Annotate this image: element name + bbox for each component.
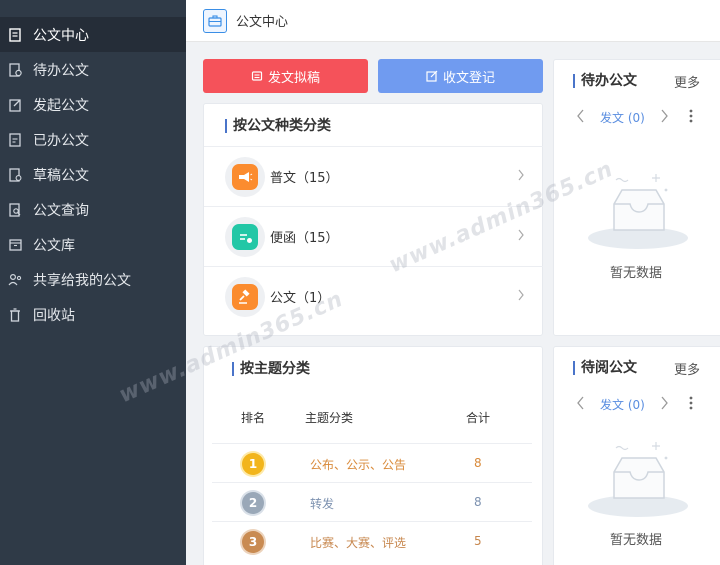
chevron-right-icon — [517, 169, 525, 185]
rank-badge: 1 — [242, 453, 264, 475]
category-card-title: 按公文种类分类 — [225, 119, 331, 133]
search-doc-icon — [8, 202, 22, 218]
category-card: 按公文种类分类 普文（15） 便函（15） 公文（1） — [203, 103, 543, 336]
edit-doc-icon — [8, 97, 22, 113]
pending-prev-button[interactable] — [576, 109, 585, 123]
topic-count: 8 — [474, 495, 482, 509]
document-icon — [8, 27, 22, 43]
pending-next-button[interactable] — [660, 109, 669, 123]
column-header-topic: 主题分类 — [305, 411, 354, 425]
toread-more-link[interactable]: 更多 — [674, 359, 700, 378]
sidebar-item-label: 共享给我的公文 — [33, 272, 131, 289]
category-item-label: 公文（1） — [270, 291, 331, 306]
empty-inbox-icon — [586, 436, 690, 524]
category-item-label: 普文（15） — [270, 171, 339, 186]
sidebar-item-label: 已办公文 — [33, 132, 89, 149]
register-document-button[interactable]: 收文登记 — [378, 59, 543, 93]
toread-more-options-button[interactable] — [689, 396, 693, 410]
topic-count: 5 — [474, 534, 482, 548]
sidebar-item-initiate[interactable]: 发起公文 — [0, 87, 186, 122]
topic-name: 转发 — [310, 497, 335, 511]
table-row[interactable]: 1 公布、公示、公告 8 — [212, 443, 532, 482]
pending-filter-tab[interactable]: 发文 (0) — [600, 109, 645, 126]
sidebar-item-document-center[interactable]: 公文中心 — [0, 17, 186, 52]
table-row[interactable]: 3 比赛、大赛、评选 5 — [212, 521, 532, 560]
register-document-label: 收文登记 — [442, 70, 495, 86]
sidebar-item-label: 草稿公文 — [33, 167, 89, 184]
pending-empty-text: 暂无数据 — [610, 266, 663, 281]
done-doc-icon — [8, 132, 22, 148]
pending-more-options-button[interactable] — [689, 109, 693, 123]
chevron-right-icon — [517, 229, 525, 245]
chevron-left-icon — [577, 396, 584, 410]
category-icon-wrap — [225, 216, 265, 257]
draft-doc-icon — [8, 167, 22, 183]
archive-icon — [8, 237, 22, 253]
chevron-right-icon — [661, 109, 668, 123]
column-header-rank: 排名 — [241, 411, 266, 425]
page-title: 公文中心 — [236, 15, 289, 30]
sidebar-item-library[interactable]: 公文库 — [0, 227, 186, 262]
letter-icon — [232, 223, 258, 250]
toread-empty-text: 暂无数据 — [610, 533, 663, 548]
column-header-total: 合计 — [466, 411, 491, 425]
sidebar: 公文中心 待办公文 发起公文 已办公文 草稿公文 公文查询 公文库 共享给我的公… — [0, 0, 186, 565]
briefcase-icon — [203, 8, 227, 33]
sidebar-item-done[interactable]: 已办公文 — [0, 122, 186, 157]
sidebar-item-label: 待办公文 — [33, 62, 89, 79]
sidebar-item-query[interactable]: 公文查询 — [0, 192, 186, 227]
chevron-left-icon — [577, 109, 584, 123]
category-item-label: 便函（15） — [270, 231, 339, 246]
kebab-menu-icon — [689, 396, 693, 410]
edit-icon — [426, 70, 438, 82]
topic-card-title: 按主题分类 — [232, 362, 310, 376]
category-item-official[interactable]: 公文（1） — [204, 266, 543, 326]
sidebar-item-recycle-bin[interactable]: 回收站 — [0, 297, 186, 332]
chevron-right-icon — [517, 289, 525, 305]
megaphone-icon — [232, 163, 258, 190]
topic-name: 比赛、大赛、评选 — [310, 536, 407, 550]
chevron-right-icon — [661, 396, 668, 410]
pending-more-link[interactable]: 更多 — [674, 72, 700, 91]
empty-inbox-icon — [586, 168, 690, 256]
gavel-icon — [232, 283, 258, 310]
pending-card-title: 待办公文 — [573, 74, 637, 88]
toread-next-button[interactable] — [660, 396, 669, 410]
rank-badge: 3 — [242, 531, 264, 553]
pending-doc-icon — [8, 62, 22, 78]
sidebar-item-label: 回收站 — [33, 307, 75, 324]
rank-badge: 2 — [242, 492, 264, 514]
stamp-icon — [251, 70, 263, 82]
sidebar-item-pending[interactable]: 待办公文 — [0, 52, 186, 87]
sidebar-item-draft[interactable]: 草稿公文 — [0, 157, 186, 192]
sidebar-item-shared[interactable]: 共享给我的公文 — [0, 262, 186, 297]
sidebar-item-label: 公文库 — [33, 237, 75, 254]
share-icon — [8, 272, 22, 288]
topic-count: 8 — [474, 456, 482, 470]
category-item-letter[interactable]: 便函（15） — [204, 206, 543, 266]
sidebar-item-label: 发起公文 — [33, 97, 89, 114]
draft-document-label: 发文拟稿 — [267, 70, 320, 86]
topic-name: 公布、公示、公告 — [310, 458, 407, 472]
sidebar-item-label: 公文中心 — [33, 27, 89, 44]
toread-prev-button[interactable] — [576, 396, 585, 410]
category-item-general[interactable]: 普文（15） — [204, 146, 543, 206]
category-icon-wrap — [225, 276, 265, 317]
category-icon-wrap — [225, 156, 265, 197]
kebab-menu-icon — [689, 109, 693, 123]
toread-filter-tab[interactable]: 发文 (0) — [600, 396, 645, 413]
sidebar-item-label: 公文查询 — [33, 202, 89, 219]
trash-icon — [8, 307, 22, 323]
draft-document-button[interactable]: 发文拟稿 — [203, 59, 368, 93]
page-header: 公文中心 — [186, 0, 720, 42]
table-row[interactable]: 2 转发 8 — [212, 482, 532, 521]
toread-card-title: 待阅公文 — [573, 361, 637, 375]
